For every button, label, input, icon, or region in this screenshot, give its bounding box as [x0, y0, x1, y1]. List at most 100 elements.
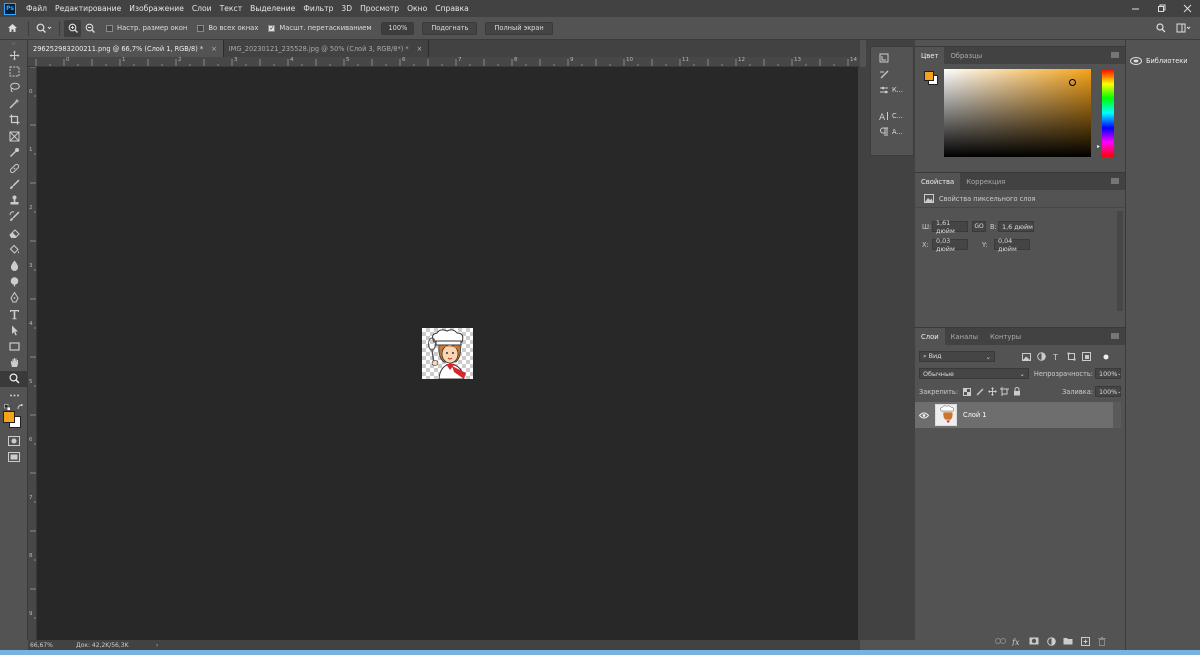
- screen-mode-icon[interactable]: [0, 449, 28, 465]
- scrubby-zoom-checkbox[interactable]: ✓ Масшт. перетаскиванием: [268, 24, 371, 32]
- path-selection-tool-icon[interactable]: [0, 322, 28, 338]
- swap-colors-icon[interactable]: [16, 403, 24, 411]
- panel-menu-icon[interactable]: [1111, 178, 1119, 186]
- close-tab-icon[interactable]: ×: [417, 45, 423, 53]
- restore-icon[interactable]: [1148, 0, 1174, 17]
- menu-3d[interactable]: 3D: [337, 4, 356, 13]
- menu-layers[interactable]: Слои: [188, 4, 216, 13]
- all-windows-checkbox[interactable]: Во всех окнах: [197, 24, 258, 32]
- link-layers-icon[interactable]: [993, 635, 1007, 647]
- workspace-icon[interactable]: [1173, 19, 1195, 37]
- new-group-icon[interactable]: [1061, 635, 1075, 647]
- height-field[interactable]: 1,6 дюйм: [998, 221, 1034, 232]
- menu-file[interactable]: Файл: [22, 4, 51, 13]
- doc-tab-active[interactable]: 296252983200211.png @ 66,7% (Слой 1, RGB…: [28, 40, 224, 57]
- hue-slider[interactable]: [1102, 69, 1114, 157]
- eyedropper-tool-icon[interactable]: [0, 144, 28, 160]
- paragraph-panel-button[interactable]: А...: [871, 124, 915, 140]
- menu-type[interactable]: Текст: [216, 4, 247, 13]
- panel-menu-icon[interactable]: [1111, 52, 1119, 60]
- color-picker-marker[interactable]: [1069, 79, 1076, 86]
- dodge-tool-icon[interactable]: [0, 274, 28, 290]
- hand-tool-icon[interactable]: [0, 355, 28, 371]
- zoom-100-button[interactable]: 100%: [381, 21, 415, 35]
- menu-image[interactable]: Изображение: [125, 4, 188, 13]
- tab-properties[interactable]: Свойства: [915, 173, 961, 190]
- close-icon[interactable]: [1174, 0, 1200, 17]
- link-dimensions-button[interactable]: GO: [972, 221, 986, 232]
- menu-edit[interactable]: Редактирование: [51, 4, 125, 13]
- zoom-level[interactable]: 66,67%: [28, 642, 76, 649]
- resize-windows-checkbox[interactable]: Настр. размер окон: [106, 24, 187, 32]
- pen-tool-icon[interactable]: [0, 290, 28, 306]
- libraries-panel-button[interactable]: Библиотеки: [1129, 54, 1199, 68]
- blur-tool-icon[interactable]: [0, 257, 28, 273]
- menu-help[interactable]: Справка: [431, 4, 472, 13]
- crop-tool-icon[interactable]: [0, 112, 28, 128]
- trash-icon[interactable]: [1095, 635, 1109, 647]
- filter-adjustment-icon[interactable]: [1034, 351, 1049, 362]
- lock-transparent-icon[interactable]: [961, 386, 973, 397]
- zoom-in-icon[interactable]: [64, 19, 81, 37]
- brush-tool-icon[interactable]: [0, 177, 28, 193]
- document-image-chef[interactable]: [422, 328, 473, 379]
- history-panel-button[interactable]: [871, 50, 915, 66]
- width-field[interactable]: 1,61 дюйм: [932, 219, 968, 235]
- close-tab-icon[interactable]: ×: [211, 45, 217, 53]
- blend-mode-select[interactable]: Обычные ⌄: [919, 368, 1029, 379]
- canvas-scrollbar[interactable]: [858, 67, 866, 640]
- character-panel-button[interactable]: A С...: [871, 108, 915, 124]
- layers-scrollbar[interactable]: [1113, 402, 1121, 428]
- fill-screen-button[interactable]: Полный экран: [485, 21, 553, 35]
- visibility-eye-icon[interactable]: [915, 405, 933, 425]
- tab-paths[interactable]: Контуры: [984, 328, 1027, 345]
- lock-position-icon[interactable]: [986, 386, 998, 397]
- default-colors-icon[interactable]: [3, 403, 11, 411]
- rectangle-tool-icon[interactable]: [0, 338, 28, 354]
- filter-smart-object-icon[interactable]: [1079, 351, 1094, 362]
- search-icon[interactable]: [1153, 19, 1169, 37]
- fx-icon[interactable]: fx: [1010, 635, 1024, 647]
- y-field[interactable]: 0,04 дюйм: [994, 237, 1030, 253]
- properties-scrollbar[interactable]: [1117, 211, 1123, 311]
- layer-row[interactable]: Слой 1: [915, 402, 1113, 428]
- layer-filter-select[interactable]: ⌕ Вид ⌄: [919, 351, 995, 362]
- add-mask-icon[interactable]: [1027, 635, 1041, 647]
- paint-bucket-tool-icon[interactable]: [0, 241, 28, 257]
- filter-pixel-icon[interactable]: [1019, 351, 1034, 362]
- menu-window[interactable]: Окно: [403, 4, 431, 13]
- marquee-tool-icon[interactable]: [0, 63, 28, 79]
- opacity-field[interactable]: 100% ⌄: [1095, 368, 1121, 379]
- status-menu-arrow[interactable]: ›: [156, 642, 158, 649]
- adjustment-layer-icon[interactable]: [1044, 635, 1058, 647]
- home-icon[interactable]: [0, 18, 24, 38]
- minimize-icon[interactable]: [1122, 0, 1148, 17]
- lock-pixels-icon[interactable]: [973, 386, 985, 397]
- zoom-out-icon[interactable]: [81, 20, 98, 37]
- x-field[interactable]: 0,03 дюйм: [932, 237, 968, 253]
- fill-field[interactable]: 100% ⌄: [1094, 386, 1121, 397]
- tab-adjustments[interactable]: Коррекция: [960, 173, 1011, 190]
- filter-type-icon[interactable]: T: [1049, 351, 1064, 362]
- zoom-tool-preset-icon[interactable]: [33, 18, 55, 38]
- zoom-tool-icon[interactable]: [0, 370, 28, 387]
- filter-toggle-icon[interactable]: [1100, 351, 1112, 362]
- brushes-panel-button[interactable]: К...: [871, 82, 915, 98]
- lock-artboard-icon[interactable]: [998, 386, 1010, 397]
- doc-tab[interactable]: IMG_20230121_235528.jpg @ 50% (Слой 3, R…: [224, 40, 430, 57]
- history-brush-tool-icon[interactable]: [0, 209, 28, 225]
- filter-shape-icon[interactable]: [1064, 351, 1079, 362]
- menu-filter[interactable]: Фильтр: [299, 4, 337, 13]
- menu-select[interactable]: Выделение: [246, 4, 299, 13]
- hue-slider-handle-icon[interactable]: ▸: [1097, 143, 1102, 150]
- quick-mask-icon[interactable]: [0, 433, 28, 449]
- panel-menu-icon[interactable]: [1111, 333, 1119, 341]
- tab-layers[interactable]: Слои: [915, 328, 945, 345]
- lasso-tool-icon[interactable]: [0, 79, 28, 95]
- vertical-ruler[interactable]: 0 1 2 3 4 5 6 7 8 9: [28, 67, 37, 640]
- magic-wand-tool-icon[interactable]: [0, 96, 28, 112]
- menu-view[interactable]: Просмотр: [356, 4, 403, 13]
- healing-brush-tool-icon[interactable]: [0, 160, 28, 176]
- lock-all-icon[interactable]: [1011, 386, 1023, 397]
- more-tools-icon[interactable]: [0, 387, 28, 403]
